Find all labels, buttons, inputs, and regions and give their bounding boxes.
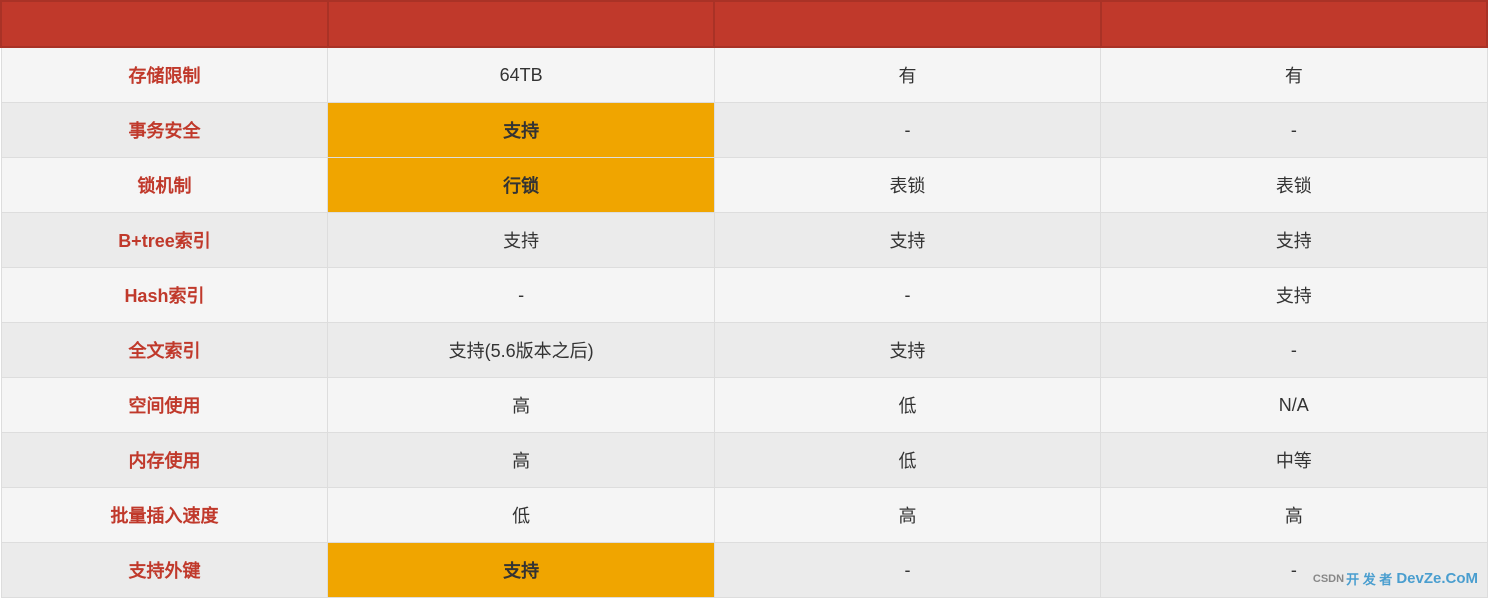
table-row: 空间使用高低N/A xyxy=(1,378,1487,433)
innodb-cell: 支持 xyxy=(328,213,714,268)
memory-cell: 支持 xyxy=(1101,268,1487,323)
innodb-cell: 支持 xyxy=(328,103,714,158)
watermark-csdn: CSDN xyxy=(1313,573,1344,585)
innodb-cell: - xyxy=(328,268,714,323)
feature-cell: 空间使用 xyxy=(1,378,328,433)
myisam-cell: 支持 xyxy=(714,323,1100,378)
innodb-cell: 低 xyxy=(328,488,714,543)
table-body: 存储限制64TB有有事务安全支持--锁机制行锁表锁表锁B+tree索引支持支持支… xyxy=(1,47,1487,598)
innodb-cell: 支持 xyxy=(328,543,714,598)
table-row: 支持外键支持-- xyxy=(1,543,1487,598)
memory-cell: 有 xyxy=(1101,47,1487,103)
col-innodb-header xyxy=(328,1,714,47)
memory-cell: N/A xyxy=(1101,378,1487,433)
table-row: B+tree索引支持支持支持 xyxy=(1,213,1487,268)
feature-cell: Hash索引 xyxy=(1,268,328,323)
feature-cell: 支持外键 xyxy=(1,543,328,598)
memory-cell: - xyxy=(1101,103,1487,158)
table-row: 事务安全支持-- xyxy=(1,103,1487,158)
watermark-en: DevZe.CoM xyxy=(1396,570,1478,587)
col-memory-header xyxy=(1101,1,1487,47)
memory-cell: 中等 xyxy=(1101,433,1487,488)
myisam-cell: - xyxy=(714,543,1100,598)
col-feature-header xyxy=(1,1,328,47)
myisam-cell: - xyxy=(714,103,1100,158)
memory-cell: 支持 xyxy=(1101,213,1487,268)
feature-cell: 事务安全 xyxy=(1,103,328,158)
memory-cell: 表锁 xyxy=(1101,158,1487,213)
table-row: 锁机制行锁表锁表锁 xyxy=(1,158,1487,213)
myisam-cell: 支持 xyxy=(714,213,1100,268)
feature-cell: B+tree索引 xyxy=(1,213,328,268)
table-row: 存储限制64TB有有 xyxy=(1,47,1487,103)
feature-cell: 批量插入速度 xyxy=(1,488,328,543)
table-row: 批量插入速度低高高 xyxy=(1,488,1487,543)
innodb-cell: 行锁 xyxy=(328,158,714,213)
table-container: 存储限制64TB有有事务安全支持--锁机制行锁表锁表锁B+tree索引支持支持支… xyxy=(0,0,1488,596)
myisam-cell: 表锁 xyxy=(714,158,1100,213)
myisam-cell: - xyxy=(714,268,1100,323)
myisam-cell: 低 xyxy=(714,433,1100,488)
innodb-cell: 高 xyxy=(328,378,714,433)
table-row: Hash索引--支持 xyxy=(1,268,1487,323)
memory-cell: - xyxy=(1101,323,1487,378)
feature-cell: 锁机制 xyxy=(1,158,328,213)
memory-cell: 高 xyxy=(1101,488,1487,543)
feature-cell: 全文索引 xyxy=(1,323,328,378)
innodb-cell: 64TB xyxy=(328,47,714,103)
feature-cell: 内存使用 xyxy=(1,433,328,488)
table-row: 全文索引支持(5.6版本之后)支持- xyxy=(1,323,1487,378)
header-row xyxy=(1,1,1487,47)
myisam-cell: 高 xyxy=(714,488,1100,543)
watermark: CSDN 开 发 者 DevZe.CoM xyxy=(1313,569,1478,588)
innodb-cell: 高 xyxy=(328,433,714,488)
myisam-cell: 低 xyxy=(714,378,1100,433)
innodb-cell: 支持(5.6版本之后) xyxy=(328,323,714,378)
col-myisam-header xyxy=(714,1,1100,47)
table-row: 内存使用高低中等 xyxy=(1,433,1487,488)
watermark-cn: 开 发 者 xyxy=(1346,569,1392,588)
feature-cell: 存储限制 xyxy=(1,47,328,103)
myisam-cell: 有 xyxy=(714,47,1100,103)
comparison-table: 存储限制64TB有有事务安全支持--锁机制行锁表锁表锁B+tree索引支持支持支… xyxy=(0,0,1488,598)
